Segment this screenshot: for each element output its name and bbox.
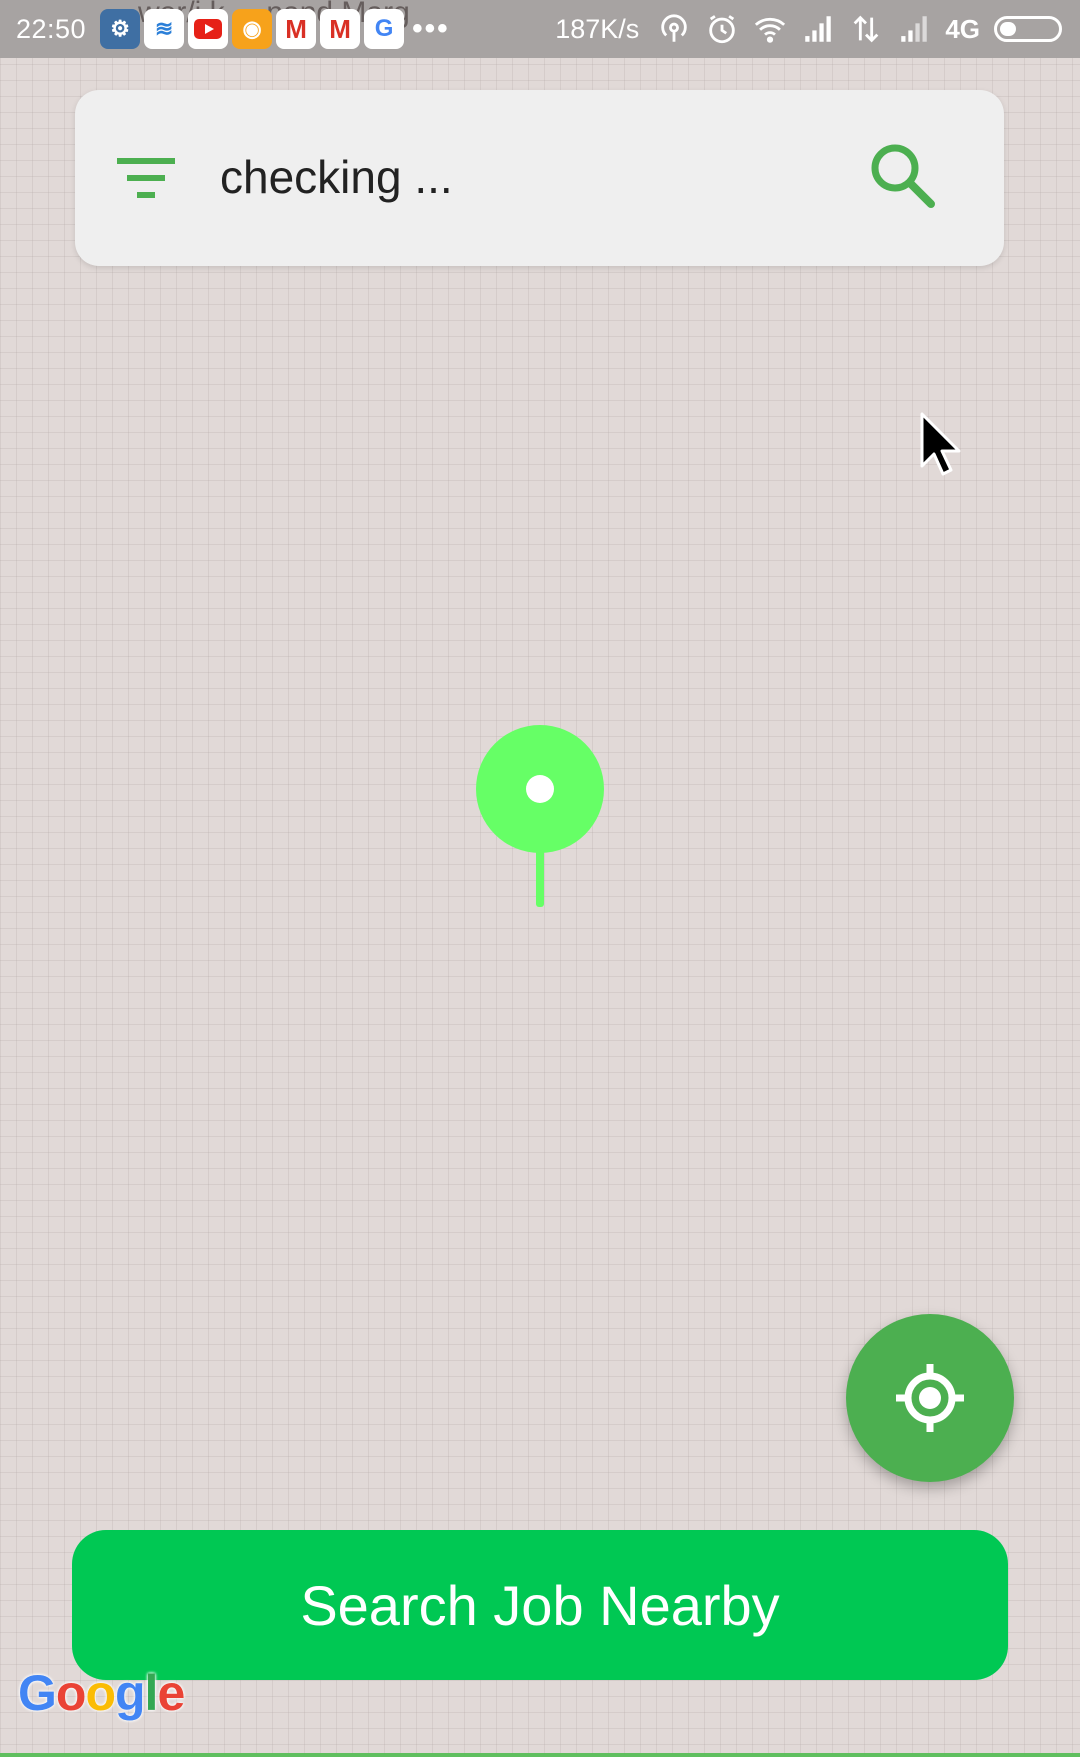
status-time: 22:50 [16, 13, 87, 44]
search-bar[interactable]: checking ... [75, 90, 1004, 266]
settings-icon: ⚙ [100, 9, 141, 49]
app-icon: ≋ [144, 9, 185, 49]
google-logo: Google [18, 1664, 185, 1722]
network-type: 4G [945, 13, 980, 44]
status-left: 22:50 wer/i k ... nand Marg ⚙ ≋ ◉ M M G … [0, 0, 450, 58]
battery-level [1000, 22, 1016, 36]
google-icon: G [364, 9, 405, 49]
my-location-icon [896, 1364, 964, 1432]
signal-icon [805, 16, 832, 42]
notification-icons: ⚙ ≋ ◉ M M G [100, 9, 405, 49]
network-speed: 187K/s [555, 13, 640, 44]
battery-icon [994, 16, 1062, 42]
signal-icon-2 [901, 16, 928, 42]
wifi-icon [755, 17, 786, 43]
status-bar: 22:50 wer/i k ... nand Marg ⚙ ≋ ◉ M M G … [0, 0, 1080, 58]
google-logo-letter: o [55, 1665, 87, 1721]
google-logo-letter: g [115, 1665, 146, 1721]
status-right: 187K/s 4G [555, 0, 1062, 58]
bottom-accent-line [0, 1753, 1080, 1757]
gmail-icon: M [276, 9, 317, 49]
filter-icon[interactable] [117, 152, 175, 204]
alarm-icon [709, 15, 736, 44]
youtube-icon [188, 9, 229, 49]
data-transfer-icon [853, 15, 879, 43]
search-input[interactable]: checking ... [220, 148, 453, 206]
search-icon[interactable] [867, 140, 939, 212]
google-logo-letter: G [18, 1665, 57, 1721]
hotspot-icon [661, 14, 688, 42]
location-pin-icon [476, 725, 604, 907]
gmail-icon: M [320, 9, 361, 49]
more-notifications-indicator: ••• [412, 12, 450, 45]
google-logo-letter: l [144, 1665, 159, 1721]
orange-app-icon: ◉ [232, 9, 273, 49]
google-logo-letter: e [157, 1665, 185, 1721]
google-logo-letter: o [85, 1665, 116, 1721]
mouse-cursor-icon [920, 412, 961, 476]
my-location-button[interactable] [846, 1314, 1014, 1482]
search-job-nearby-button[interactable]: Search Job Nearby [72, 1530, 1008, 1680]
